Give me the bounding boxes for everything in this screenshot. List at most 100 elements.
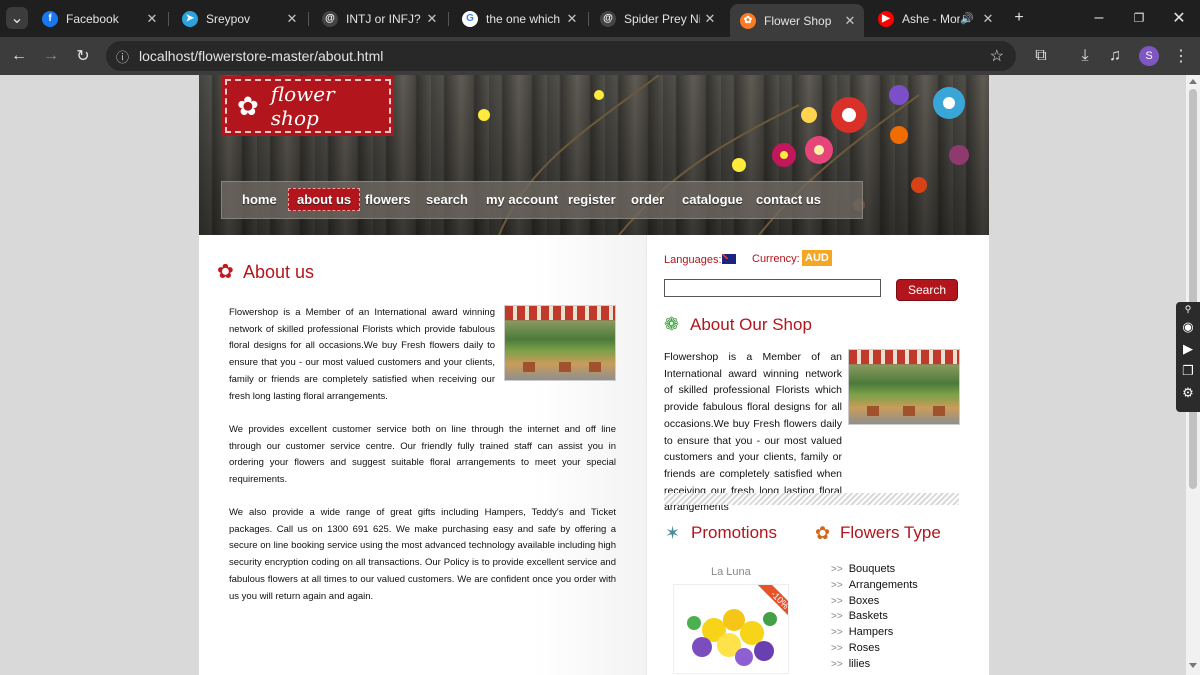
- profile-avatar[interactable]: S: [1139, 46, 1159, 66]
- tab-title: INTJ or INFJ?: [346, 11, 421, 26]
- about-content: ✿ About us Flowershop is a Member of an …: [199, 235, 646, 675]
- new-tab-icon[interactable]: +: [1008, 7, 1030, 29]
- promotions-title: Promotions: [691, 523, 777, 542]
- tab-close-icon[interactable]: ✕: [142, 11, 162, 27]
- window-icon[interactable]: ❐: [1176, 360, 1200, 382]
- tab-title: Ashe - Mora: [902, 11, 961, 26]
- currency-badge[interactable]: AUD: [802, 250, 832, 266]
- telegram-icon: ➤: [182, 10, 198, 27]
- google-icon: G: [462, 10, 478, 27]
- promo-product-image[interactable]: -10%: [673, 584, 789, 674]
- bookmark-star-icon[interactable]: ☆: [990, 46, 1004, 66]
- australia-flag-icon[interactable]: [722, 254, 736, 264]
- close-window-icon[interactable]: ✕: [1168, 7, 1190, 29]
- minimize-window-icon[interactable]: –: [1088, 7, 1110, 29]
- flowers-type-icon: ✿: [815, 523, 831, 543]
- nav-flowers[interactable]: flowers: [365, 192, 411, 207]
- media-control-icon[interactable]: ♫: [1104, 45, 1126, 67]
- flower-icon: ✿: [217, 261, 234, 283]
- download-icon[interactable]: ⤓: [1074, 45, 1096, 67]
- currency-label: Currency:: [752, 253, 800, 265]
- site-logo[interactable]: ✿ flower shop: [222, 76, 394, 136]
- screen-tools-panel: ⚲ ◉ ▶ ❐ ⚙: [1176, 302, 1200, 412]
- languages-label: Languages:: [664, 254, 722, 266]
- tab-search-button[interactable]: ⌄: [6, 7, 28, 29]
- site-header: ✿ flower shop home about us flowers search m…: [199, 75, 989, 235]
- flower-type-item[interactable]: >> lilies: [831, 658, 870, 670]
- back-icon[interactable]: ←: [8, 45, 30, 67]
- address-bar[interactable]: ⓘ localhost/flowerstore-master/about.htm…: [106, 41, 1016, 71]
- extensions-icon[interactable]: ⧉: [1030, 45, 1052, 67]
- tab-title: the one which co: [486, 11, 562, 26]
- pin-icon[interactable]: ⚲: [1176, 302, 1200, 316]
- nav-my-account[interactable]: my account: [486, 192, 558, 207]
- reload-icon[interactable]: ↻: [72, 45, 94, 67]
- menu-kebab-icon[interactable]: ⋮: [1170, 45, 1192, 67]
- flower-type-label: Hampers: [848, 626, 894, 639]
- flower-type-item[interactable]: >> Hampers: [831, 626, 893, 638]
- nav-order[interactable]: order: [631, 192, 664, 207]
- browser-tab[interactable]: ▶ Ashe - Mora🔊 ✕: [868, 5, 1002, 32]
- tab-title: Flower Shop: [764, 13, 832, 28]
- sidebar-shop-photo: [848, 349, 960, 425]
- tab-close-icon[interactable]: ✕: [282, 11, 302, 27]
- double-chevron-icon: >>: [831, 595, 843, 607]
- star-icon: ✶: [665, 523, 681, 543]
- nav-contact-us[interactable]: contact us: [756, 192, 821, 207]
- tab-title: Facebook: [66, 11, 119, 26]
- nav-about-us[interactable]: about us: [288, 188, 361, 211]
- double-chevron-icon: >>: [831, 658, 843, 670]
- promo-product-name[interactable]: La Luna: [711, 566, 751, 578]
- search-input[interactable]: [664, 279, 881, 297]
- section-divider: [664, 493, 959, 505]
- settings-gear-icon[interactable]: ⚙: [1176, 382, 1200, 404]
- tab-title: Sreypov: [206, 11, 251, 26]
- flower-type-item[interactable]: >> Arrangements: [831, 579, 918, 591]
- double-chevron-icon: >>: [831, 579, 843, 591]
- audio-playing-icon[interactable]: 🔊: [960, 12, 974, 25]
- nav-catalogue[interactable]: catalogue: [682, 192, 743, 207]
- browser-tab[interactable]: Gthe one which co✕: [452, 5, 586, 32]
- tab-close-icon[interactable]: ✕: [700, 11, 720, 27]
- search-button[interactable]: Search: [896, 279, 958, 301]
- flower-type-item[interactable]: >> Bouquets: [831, 563, 895, 575]
- youtube-icon: ▶: [878, 10, 894, 27]
- tab-close-icon[interactable]: ✕: [978, 11, 998, 27]
- page-title: About us: [243, 262, 315, 282]
- scrollbar-thumb[interactable]: [1189, 89, 1197, 489]
- flowers-type-title: Flowers Type: [840, 523, 941, 542]
- browser-toolbar: ← → ↻ ⓘ localhost/flowerstore-master/abo…: [0, 37, 1200, 75]
- double-chevron-icon: >>: [831, 611, 843, 623]
- camera-icon[interactable]: ◉: [1176, 316, 1200, 338]
- double-chevron-icon: >>: [831, 643, 843, 654]
- browser-tab[interactable]: ✿ Flower Shop ✕: [730, 4, 864, 37]
- browser-tab[interactable]: f Facebook ✕: [32, 5, 166, 32]
- browser-tab[interactable]: ➤ Sreypov ✕: [172, 5, 306, 32]
- page-viewport: ✿ flower shop home about us flowers search m…: [0, 75, 1186, 675]
- threads-icon: @: [322, 10, 338, 27]
- nav-home[interactable]: home: [242, 192, 277, 207]
- browser-tab[interactable]: @ INTJ or INFJ? ✕: [312, 5, 446, 32]
- flower-type-item[interactable]: >> Roses: [831, 642, 880, 654]
- video-icon[interactable]: ▶: [1176, 338, 1200, 360]
- main-nav: home about us flowers search my account regis…: [221, 181, 863, 219]
- about-shop-icon: ❁: [664, 314, 680, 334]
- tab-close-icon[interactable]: ✕: [840, 13, 860, 29]
- tab-close-icon[interactable]: ✕: [562, 11, 582, 27]
- tab-close-icon[interactable]: ✕: [422, 11, 442, 27]
- restore-window-icon[interactable]: ❐: [1128, 7, 1150, 29]
- flower-type-label: lilies: [848, 657, 871, 670]
- flower-type-item[interactable]: >> Baskets: [831, 610, 888, 622]
- site-info-icon[interactable]: ⓘ: [116, 47, 129, 66]
- nav-register[interactable]: register: [568, 192, 616, 207]
- xampp-icon: ✿: [740, 12, 756, 29]
- about-shop-title: About Our Shop: [690, 315, 812, 334]
- flower-type-item[interactable]: >> Boxes: [831, 595, 879, 607]
- tab-title: Spider Prey Nick: [624, 11, 700, 26]
- flower-type-label: Roses: [848, 642, 880, 654]
- double-chevron-icon: >>: [831, 627, 843, 639]
- nav-search[interactable]: search: [426, 192, 468, 207]
- browser-tab[interactable]: @ Spider Prey Nick✕: [590, 5, 724, 32]
- about-paragraph-2: We provides excellent customer service b…: [229, 424, 616, 486]
- forward-icon[interactable]: →: [40, 45, 62, 67]
